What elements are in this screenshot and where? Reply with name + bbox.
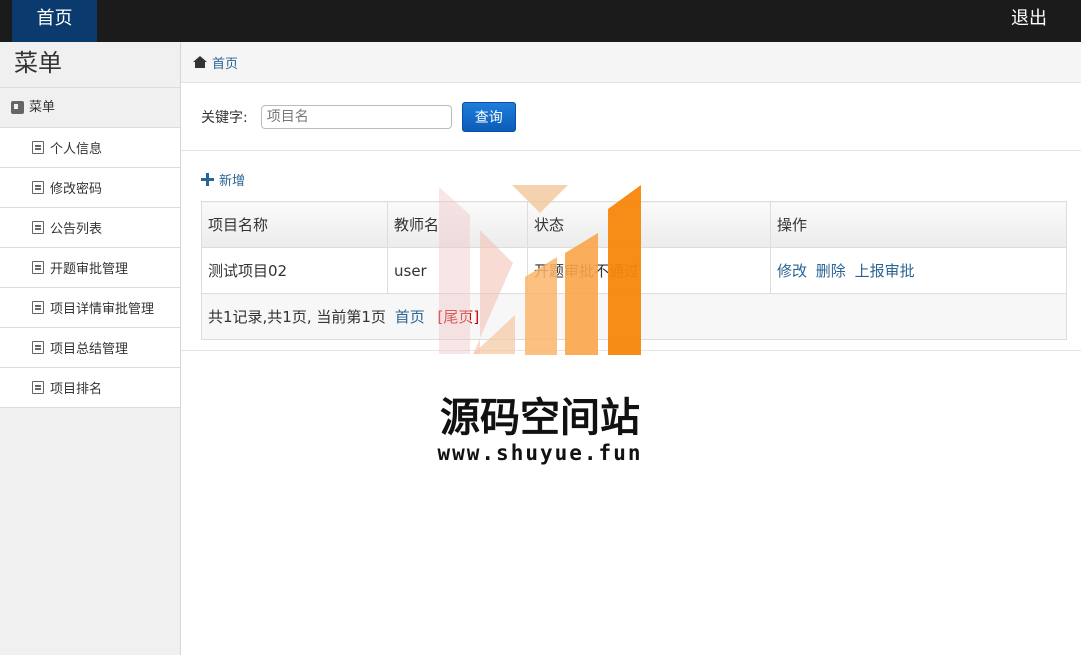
breadcrumb-home-link[interactable]: 首页 (212, 53, 238, 72)
sidebar-item-proposal-approval[interactable]: 开题审批管理 (0, 248, 180, 288)
document-icon (32, 301, 44, 314)
breadcrumb: 首页 (181, 42, 1081, 83)
sidebar-group-menu[interactable]: 菜单 (0, 88, 180, 128)
sidebar-item-label: 开题审批管理 (50, 262, 129, 277)
sidebar-item-label: 项目排名 (50, 382, 103, 397)
sidebar-item-label: 修改密码 (50, 182, 103, 197)
cell-status: 开题审批不通过 (527, 247, 771, 294)
first-page-link[interactable]: 首页 (395, 308, 425, 326)
home-tab[interactable]: 首页 (12, 0, 97, 42)
document-icon (32, 181, 44, 194)
plus-icon (201, 173, 214, 186)
sidebar-item-label: 个人信息 (50, 142, 103, 157)
sidebar-item-label: 项目详情审批管理 (50, 302, 155, 317)
pagination-summary: 共1记录,共1页, 当前第1页 (208, 308, 386, 326)
document-icon (32, 221, 44, 234)
cell-project-name: 测试项目02 (201, 247, 388, 294)
delete-link[interactable]: 删除 (816, 262, 846, 280)
sidebar-item-project-summary[interactable]: 项目总结管理 (0, 328, 180, 368)
sidebar: 菜单 菜单 个人信息 修改密码 公告列表 开题审批管理 项目详情审批管理 项目总… (0, 42, 181, 655)
project-table: 项目名称 教师名 状态 操作 测试项目02 user 开题审批不通过 修改 删除… (201, 201, 1067, 340)
sidebar-item-announcements[interactable]: 公告列表 (0, 208, 180, 248)
pagination: 共1记录,共1页, 当前第1页 首页 [尾页] (201, 293, 1067, 340)
project-list-panel: 新增 项目名称 教师名 状态 操作 测试项目02 user 开题审批不通过 修改… (181, 151, 1081, 351)
edit-link[interactable]: 修改 (777, 262, 807, 280)
document-icon (32, 261, 44, 274)
submit-approval-link[interactable]: 上报审批 (855, 262, 915, 280)
add-label: 新增 (219, 174, 246, 189)
column-header-status: 状态 (527, 201, 771, 248)
document-icon (32, 341, 44, 354)
sidebar-item-project-ranking[interactable]: 项目排名 (0, 368, 180, 408)
sidebar-group-label: 菜单 (29, 99, 56, 115)
logout-link[interactable]: 退出 (1011, 0, 1047, 42)
cell-teacher: user (387, 247, 528, 294)
document-icon (32, 141, 44, 154)
search-bar: 关键字: 查询 (181, 83, 1081, 151)
keyword-input[interactable] (260, 104, 452, 129)
cell-operations: 修改 删除 上报审批 (770, 247, 1067, 294)
search-button[interactable]: 查询 (461, 101, 516, 132)
sidebar-item-change-password[interactable]: 修改密码 (0, 168, 180, 208)
keyword-label: 关键字: (201, 109, 248, 126)
watermark-url: www.shuyue.fun (437, 441, 643, 465)
home-icon (193, 56, 207, 68)
add-button[interactable]: 新增 (201, 170, 245, 189)
last-page-link[interactable]: [尾页] (438, 308, 480, 326)
sidebar-item-label: 公告列表 (50, 222, 103, 237)
watermark-title: 源码空间站 (440, 395, 640, 441)
document-icon (32, 381, 44, 394)
table-header-row: 项目名称 教师名 状态 操作 (201, 201, 1067, 248)
table-row: 测试项目02 user 开题审批不通过 修改 删除 上报审批 (201, 247, 1067, 294)
pagination-row: 共1记录,共1页, 当前第1页 首页 [尾页] (201, 293, 1067, 340)
book-icon (11, 101, 24, 114)
column-header-teacher: 教师名 (387, 201, 528, 248)
sidebar-item-project-detail-approval[interactable]: 项目详情审批管理 (0, 288, 180, 328)
top-navbar: 首页 退出 (0, 0, 1081, 42)
sidebar-item-label: 项目总结管理 (50, 342, 129, 357)
sidebar-item-profile[interactable]: 个人信息 (0, 128, 180, 168)
sidebar-title: 菜单 (0, 42, 180, 88)
column-header-operations: 操作 (770, 201, 1067, 248)
column-header-project-name: 项目名称 (201, 201, 388, 248)
